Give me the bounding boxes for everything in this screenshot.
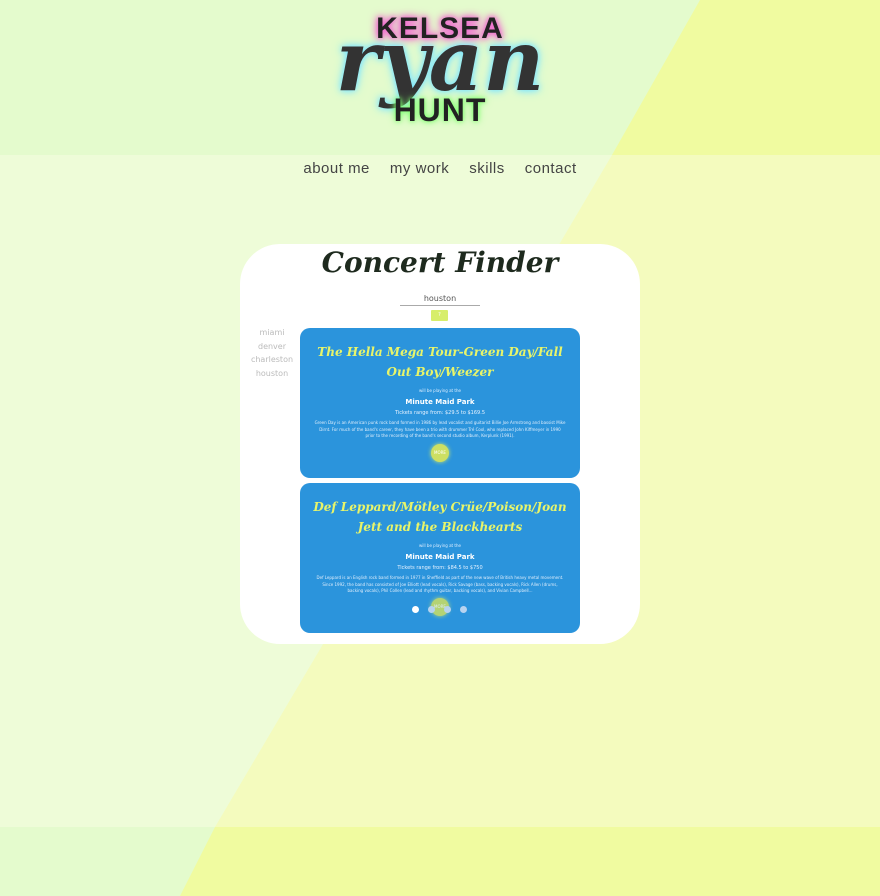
nav-skills[interactable]: skills [469, 160, 505, 177]
city-list: miami denver charleston houston [248, 326, 296, 380]
city-item[interactable]: charleston [248, 353, 296, 367]
concert-description: Green Day is an American punk rock band … [314, 420, 566, 438]
city-item[interactable]: miami [248, 326, 296, 340]
header: ryan KELSEA HUNT [0, 0, 880, 155]
logo-last: HUNT [393, 92, 487, 128]
city-item[interactable]: houston [248, 367, 296, 381]
carousel-dot[interactable] [412, 606, 419, 613]
concert-title: The Hella Mega Tour-Green Day/Fall Out B… [317, 345, 563, 379]
concert-tickets: Tickets range from: $84.5 to $750 [397, 565, 483, 571]
concert-tickets: Tickets range from: $29.5 to $169.5 [394, 410, 486, 416]
site-logo[interactable]: ryan KELSEA HUNT [300, 6, 580, 134]
project-title: Concert Finder [321, 246, 559, 279]
carousel-dots [412, 606, 467, 613]
concert-card: The Hella Mega Tour-Green Day/Fall Out B… [300, 328, 580, 478]
project-preview[interactable]: Concert Finder houston ? miami denver ch… [240, 244, 640, 644]
nav-about-me[interactable]: about me [303, 160, 370, 177]
main-nav: about me my work skills contact [0, 160, 880, 177]
more-button[interactable]: MORE [431, 444, 449, 462]
city-search-input[interactable]: houston [400, 294, 480, 306]
search-button[interactable]: ? [431, 310, 448, 321]
concert-intro: will be playing at the [419, 388, 461, 393]
nav-my-work[interactable]: my work [390, 160, 449, 177]
carousel-dot[interactable] [444, 606, 451, 613]
city-item[interactable]: denver [248, 340, 296, 354]
concert-intro: will be playing at the [419, 543, 461, 548]
concert-venue: Minute Maid Park [405, 398, 475, 406]
carousel-dot[interactable] [428, 606, 435, 613]
nav-contact[interactable]: contact [525, 160, 577, 177]
concert-description: Def Leppard is an English rock band form… [316, 575, 564, 593]
carousel-dot[interactable] [460, 606, 467, 613]
logo-first: KELSEA [376, 12, 504, 45]
concert-title: Def Leppard/Mötley Crüe/Poison/Joan Jett… [313, 500, 567, 534]
concert-venue: Minute Maid Park [405, 553, 475, 561]
